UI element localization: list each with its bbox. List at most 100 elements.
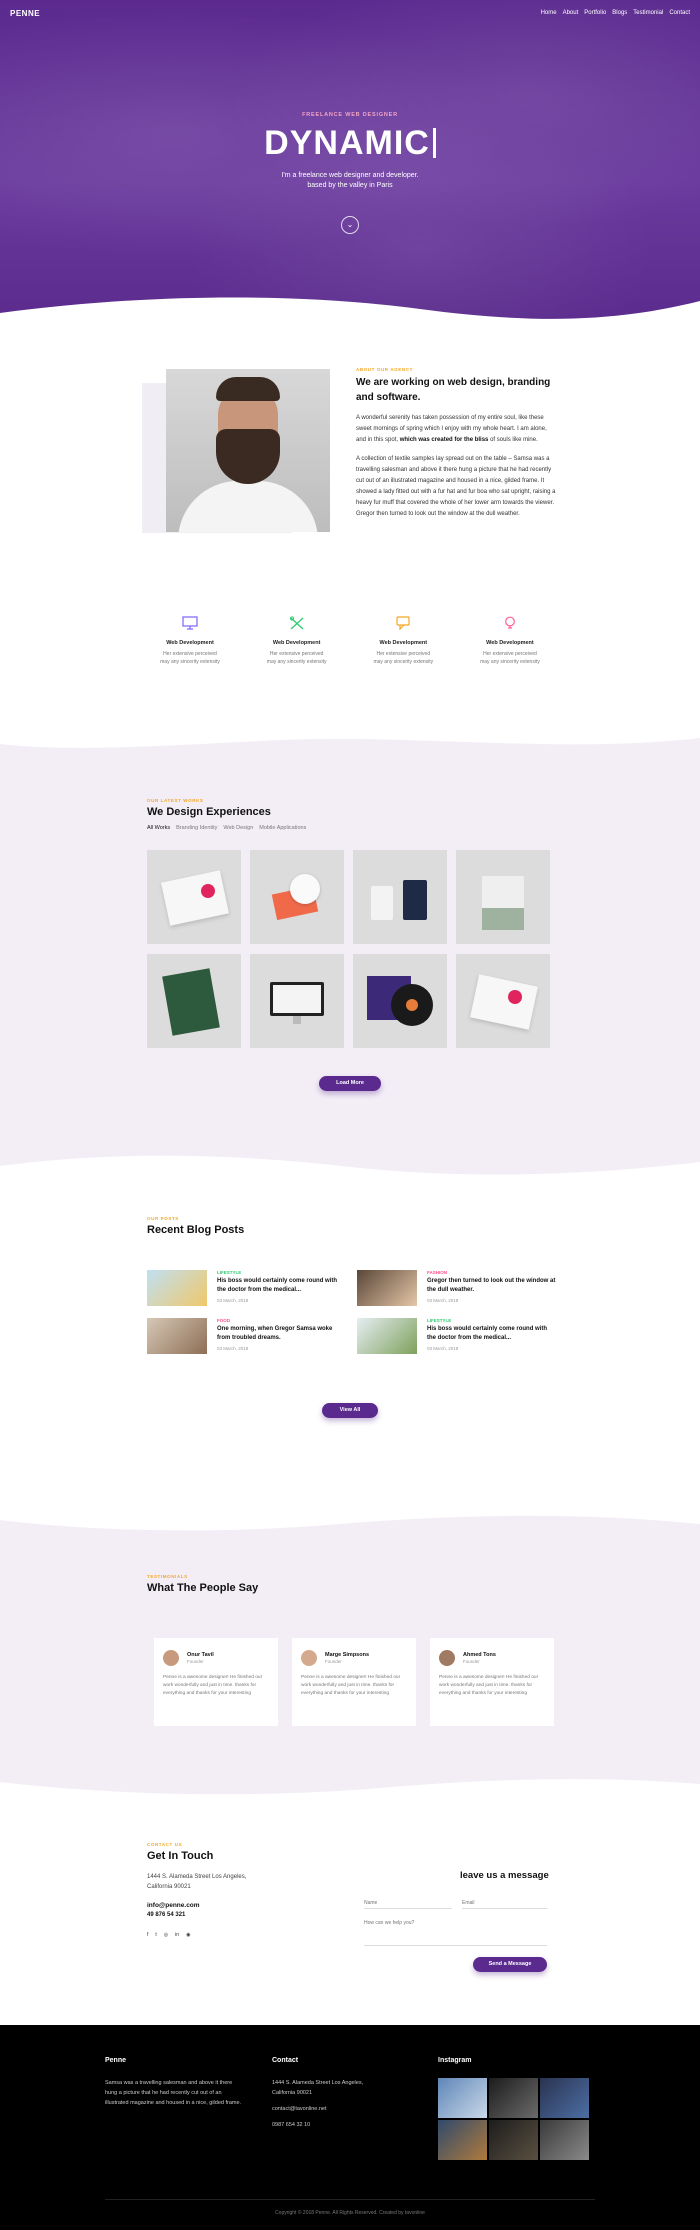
blog-post-category[interactable]: FOOD [217, 1318, 347, 1323]
site-logo[interactable]: PENNE [10, 9, 40, 18]
twitter-icon[interactable]: t [155, 1932, 156, 1938]
about-paragraph-1: A wonderful serenity has taken possessio… [356, 413, 556, 446]
instagram-photo[interactable] [540, 2078, 589, 2118]
blog-post-title[interactable]: One morning, when Gregor Samsa woke from… [217, 1325, 347, 1343]
testimonial-role: Founder [463, 1659, 480, 1664]
facebook-icon[interactable]: f [147, 1932, 148, 1938]
footer-contact: Contact 1444 S. Alameda Street Los Angel… [272, 2057, 402, 2130]
filter-branding-identity[interactable]: Branding Identity [176, 825, 217, 831]
blog-post-thumbnail[interactable] [357, 1318, 417, 1354]
instagram-photo[interactable] [438, 2078, 487, 2118]
monitor-icon [182, 616, 198, 630]
blog-post-thumbnail[interactable] [357, 1270, 417, 1306]
about-portrait-image [166, 369, 330, 532]
load-more-button[interactable]: Load More [319, 1076, 381, 1091]
contact-kicker: CONTACT US [147, 1842, 183, 1847]
footer-brand: Penne [105, 2057, 127, 2064]
testimonials-wave-top [0, 1510, 700, 1531]
instagram-icon[interactable]: ◎ [164, 1932, 168, 1938]
email-field[interactable] [462, 1898, 547, 1909]
service-desc: Her extensive perceived may any sincerity… [465, 650, 555, 666]
instagram-photo[interactable] [489, 2120, 538, 2160]
portfolio-item-tote-bag[interactable] [456, 850, 550, 944]
blog-post-title[interactable]: Gregor then turned to look out the windo… [427, 1277, 557, 1295]
testimonial-text: Penne is a awesome designer! He finished… [439, 1675, 539, 1696]
blog-post-info: FOOD One morning, when Gregor Samsa woke… [217, 1318, 347, 1354]
service-desc-line-2: may any sincerity extensity [266, 659, 327, 665]
filter-all-works[interactable]: All Works [147, 825, 170, 831]
portfolio-item-cd[interactable] [250, 850, 344, 944]
blog-post[interactable]: FASHION Gregor then turned to look out t… [357, 1270, 557, 1306]
about-p1-bold: which was created for the bliss [399, 437, 489, 443]
service-item: Web Development Her extensive perceived m… [252, 616, 342, 666]
service-item: Web Development Her extensive perceived m… [465, 616, 555, 666]
service-desc-line-1: Her extensive perceived [483, 651, 537, 657]
send-message-button[interactable]: Send a Message [473, 1957, 547, 1972]
service-desc: Her extensive perceived may any sincerity… [145, 650, 235, 666]
footer-email[interactable]: contact@tavonline.net [272, 2104, 402, 2114]
footer-address-line-1: 1444 S. Alameda Street Los Angeles, [272, 2080, 364, 2086]
nav-item-blogs[interactable]: Blogs [612, 10, 627, 16]
blog-post-thumbnail[interactable] [147, 1270, 207, 1306]
testimonials-title: What The People Say [147, 1582, 259, 1594]
about-p1-end: of souls like mine. [488, 437, 538, 443]
portfolio-item-coffee-cups[interactable] [353, 850, 447, 944]
hero-subtitle-line-1: I'm a freelance web designer and develop… [281, 172, 419, 179]
service-title: Web Development [379, 640, 428, 646]
name-field[interactable] [364, 1898, 452, 1909]
avatar [163, 1650, 179, 1666]
scroll-down-button[interactable]: ⌄ [341, 216, 359, 234]
linkedin-icon[interactable]: in [175, 1932, 179, 1938]
portrait-hair [216, 377, 280, 401]
hero-title: DYNAMIC [0, 124, 700, 163]
blog-post-date: 03 March, 2018 [217, 1298, 249, 1303]
testimonial-card: Onur Tavil Founder Penne is a awesome de… [154, 1638, 278, 1726]
filter-mobile-applications[interactable]: Mobile Applications [259, 825, 306, 831]
portfolio-item-vinyl[interactable] [353, 954, 447, 1048]
message-field[interactable] [364, 1918, 547, 1946]
nav-item-testimonial[interactable]: Testimonial [633, 10, 663, 16]
instagram-photo[interactable] [438, 2120, 487, 2160]
nav-item-about[interactable]: About [563, 10, 579, 16]
blog-post[interactable]: LIFESTYLE His boss would certainly come … [357, 1318, 557, 1354]
blog-post[interactable]: LIFESTYLE His boss would certainly come … [147, 1270, 347, 1306]
blog-post-date: 03 March, 2018 [217, 1346, 249, 1351]
portfolio-item-magazine[interactable] [147, 954, 241, 1048]
contact-phone[interactable]: 49 876 54 321 [147, 1912, 297, 1918]
footer-phone[interactable]: 0987 654 32 10 [272, 2120, 402, 2130]
blog-post-category[interactable]: LIFESTYLE [217, 1270, 347, 1275]
nav-menu: Home About Portfolio Blogs Testimonial C… [541, 10, 690, 16]
blog-post-category[interactable]: FASHION [427, 1270, 557, 1275]
view-all-button[interactable]: View All [322, 1403, 378, 1418]
nav-item-home[interactable]: Home [541, 10, 557, 16]
contact-email[interactable]: info@penne.com [147, 1902, 297, 1909]
service-desc: Her extensive perceived may any sincerity… [252, 650, 342, 666]
blog-post[interactable]: FOOD One morning, when Gregor Samsa woke… [147, 1318, 347, 1354]
blog-post-title[interactable]: His boss would certainly come round with… [217, 1277, 347, 1295]
portfolio-item-monitor[interactable] [250, 954, 344, 1048]
blog-header: OUR POSTS Recent Blog Posts [147, 1216, 244, 1236]
blog-post-category[interactable]: LIFESTYLE [427, 1318, 557, 1323]
filter-web-design[interactable]: Web Design [223, 825, 253, 831]
blog-post-info: LIFESTYLE His boss would certainly come … [217, 1270, 347, 1306]
testimonials-wave-bottom [0, 1779, 700, 1800]
service-desc-line-1: Her extensive perceived [163, 651, 217, 657]
avatar [439, 1650, 455, 1666]
instagram-photo[interactable] [540, 2120, 589, 2160]
bulb-icon [505, 616, 515, 629]
service-desc: Her extensive perceived may any sincerity… [358, 650, 448, 666]
nav-item-portfolio[interactable]: Portfolio [584, 10, 606, 16]
contact-info: CONTACT US Get In Touch 1444 S. Alameda … [147, 1842, 297, 1938]
service-desc-line-1: Her extensive perceived [269, 651, 324, 657]
blog-post-thumbnail[interactable] [147, 1318, 207, 1354]
instagram-photo[interactable] [489, 2078, 538, 2118]
portfolio-item-brochure-2[interactable] [456, 954, 550, 1048]
about-kicker: ABOUT OUR AGENCY [356, 367, 414, 372]
portfolio-item-brochure[interactable] [147, 850, 241, 944]
dribbble-icon[interactable]: ◉ [186, 1932, 190, 1938]
testimonial-card-header: Ahmed Tons Founder [439, 1650, 545, 1666]
blog-post-title[interactable]: His boss would certainly come round with… [427, 1325, 557, 1343]
testimonial-name: Ahmed Tons [463, 1652, 496, 1658]
nav-item-contact[interactable]: Contact [669, 10, 690, 16]
blog-post-info: LIFESTYLE His boss would certainly come … [427, 1318, 557, 1354]
